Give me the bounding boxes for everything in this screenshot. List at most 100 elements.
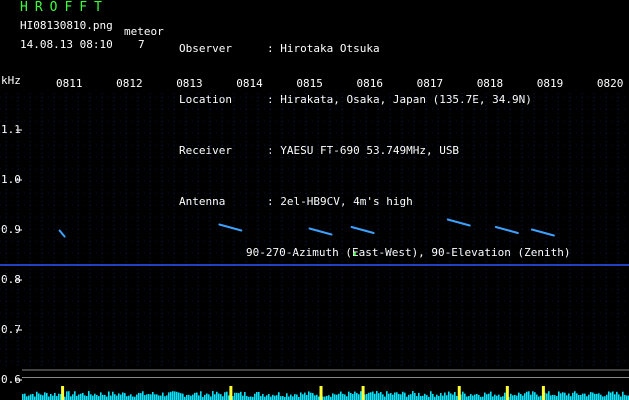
power-bar	[304, 392, 306, 400]
power-bar	[398, 393, 400, 400]
power-bar	[82, 392, 84, 400]
power-bar	[358, 394, 360, 400]
power-bar	[56, 396, 58, 400]
power-bar	[256, 392, 258, 400]
power-bar	[242, 395, 244, 400]
power-bar	[466, 396, 468, 400]
power-bar	[112, 391, 114, 400]
power-bar	[28, 395, 30, 400]
power-bar	[218, 393, 220, 400]
power-bar	[578, 394, 580, 400]
power-bar	[66, 391, 68, 400]
power-bar	[310, 392, 312, 400]
power-bar	[568, 393, 570, 400]
power-bar	[584, 393, 586, 400]
power-bar	[94, 393, 96, 400]
power-bar	[196, 392, 198, 400]
power-bar	[618, 394, 620, 400]
power-bar	[376, 391, 378, 400]
power-bar	[404, 392, 406, 400]
power-bar	[596, 393, 598, 400]
power-bar	[316, 394, 318, 400]
power-bar	[486, 394, 488, 400]
power-bar	[162, 392, 164, 400]
power-bar	[368, 392, 370, 400]
time-tick-label: 0816	[356, 77, 384, 90]
power-bar	[80, 393, 82, 400]
power-bar	[620, 396, 622, 400]
time-tick-label: 0811	[56, 77, 83, 90]
power-bar	[528, 391, 530, 400]
power-bar	[390, 393, 392, 400]
power-bar	[516, 395, 518, 400]
power-bar	[302, 394, 304, 400]
power-bar	[478, 395, 480, 400]
power-bar	[98, 396, 100, 400]
power-bar	[192, 394, 194, 400]
power-bar	[120, 394, 122, 400]
power-bar	[108, 391, 110, 400]
meteor-count: 7	[138, 38, 145, 51]
power-bar	[128, 395, 130, 400]
power-bar	[450, 393, 452, 400]
power-bar	[606, 394, 608, 400]
info-row-observer: Observer: Hirotaka Otsuka	[179, 42, 380, 55]
power-bar	[130, 394, 132, 400]
power-bar	[586, 396, 588, 400]
power-bar	[176, 391, 178, 400]
power-bar	[306, 394, 308, 400]
power-bar	[224, 392, 226, 400]
power-bar	[464, 393, 466, 400]
power-bar	[622, 391, 624, 400]
power-bar	[204, 394, 206, 400]
power-bar	[170, 391, 172, 400]
power-peak	[61, 386, 65, 400]
power-bar	[594, 393, 596, 400]
power-bar	[328, 395, 330, 400]
power-bar	[582, 393, 584, 400]
meteor-echo	[58, 229, 66, 238]
power-bar	[158, 395, 160, 400]
power-peak	[229, 386, 233, 400]
power-bar	[144, 395, 146, 400]
power-bar	[468, 396, 470, 400]
power-bar	[154, 394, 156, 400]
power-bar	[74, 391, 76, 400]
power-bar	[530, 394, 532, 400]
power-bar	[496, 395, 498, 400]
power-bar	[222, 396, 224, 400]
power-bar	[136, 394, 138, 400]
power-bar	[142, 391, 144, 400]
power-bar	[52, 395, 54, 400]
power-bar	[336, 394, 338, 400]
time-tick-label: 0813	[176, 77, 203, 90]
power-bar	[510, 393, 512, 400]
power-bar	[168, 392, 170, 400]
power-bar	[312, 393, 314, 400]
power-bar	[296, 394, 298, 400]
power-peak	[319, 386, 323, 400]
power-bar	[288, 396, 290, 400]
power-bar	[188, 394, 190, 400]
time-tick-label: 0814	[236, 77, 263, 90]
power-bar	[118, 393, 120, 400]
power-bar	[72, 394, 74, 400]
power-bar	[474, 394, 476, 400]
power-bar	[220, 394, 222, 400]
power-bar	[616, 391, 618, 400]
power-bar	[432, 393, 434, 400]
time-tick-label: 0819	[536, 77, 564, 90]
power-bar	[140, 393, 142, 400]
power-bar	[346, 396, 348, 400]
power-bar	[624, 394, 626, 400]
power-bar	[246, 395, 248, 400]
power-bar	[88, 391, 90, 400]
time-tick-label: 0815	[296, 77, 323, 90]
power-bar	[308, 391, 310, 400]
meteor-echo	[494, 226, 519, 234]
power-bar	[438, 395, 440, 400]
power-bar	[608, 391, 610, 400]
power-bar	[416, 396, 418, 400]
meteor-label: meteor	[124, 25, 164, 38]
power-bar	[532, 391, 534, 400]
